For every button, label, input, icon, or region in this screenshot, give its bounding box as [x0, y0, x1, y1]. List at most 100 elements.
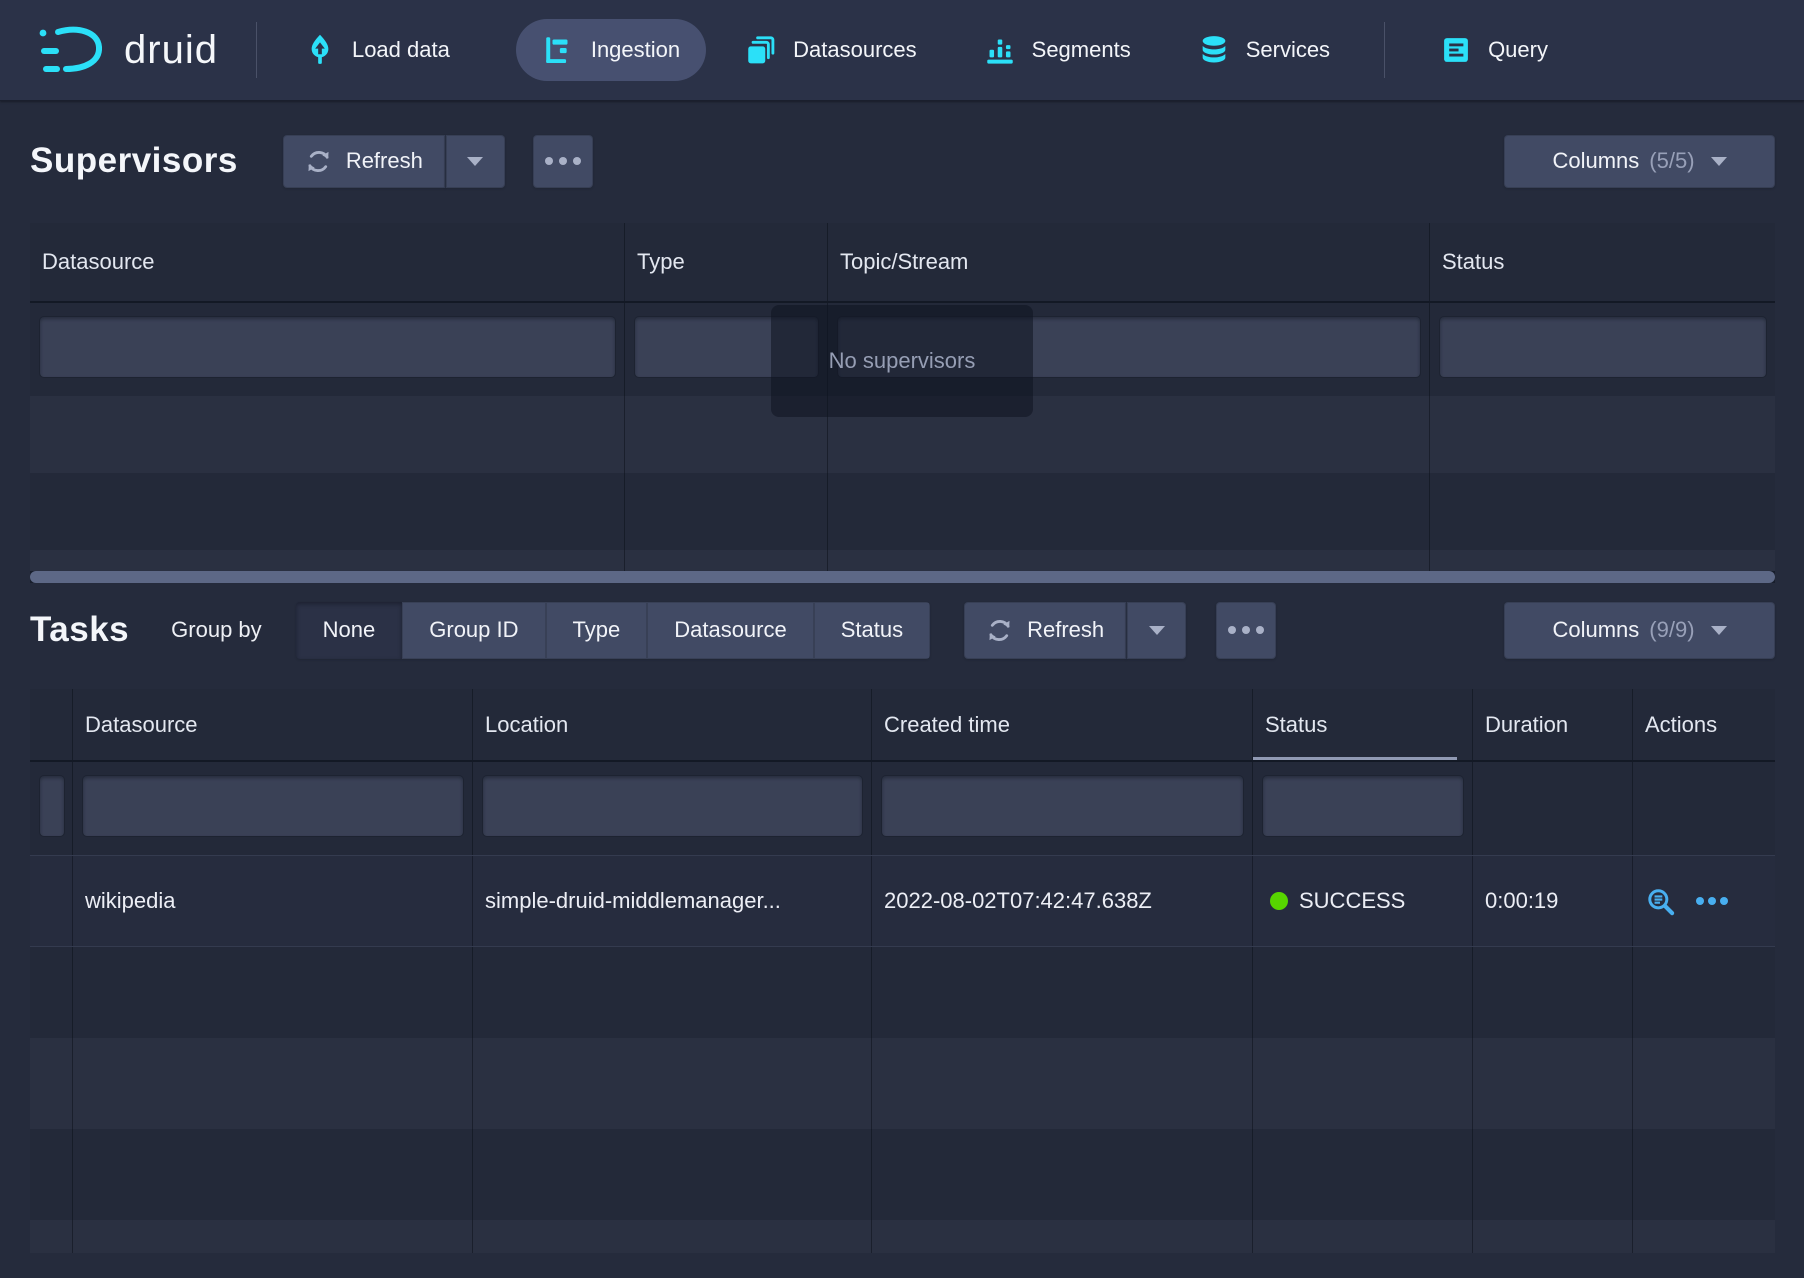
datasources-icon	[744, 33, 778, 67]
segments-icon	[983, 33, 1017, 67]
supervisors-toolbar: Supervisors Refresh	[30, 134, 1775, 188]
group-by-label: Group by	[171, 617, 262, 643]
refresh-label: Refresh	[1027, 617, 1104, 643]
filter-input-row-group[interactable]	[40, 776, 64, 836]
nav-divider	[256, 22, 257, 78]
supervisors-table-header: Datasource Type Topic/Stream Status	[30, 223, 1775, 303]
cell-created-time: 2022-08-02T07:42:47.638Z	[872, 856, 1253, 946]
refresh-icon	[305, 148, 332, 175]
chevron-down-icon	[467, 157, 483, 166]
empty-state-message: No supervisors	[829, 348, 976, 374]
nav-item-ingestion[interactable]: Ingestion	[516, 19, 706, 81]
column-header-status[interactable]: Status	[1253, 689, 1473, 760]
columns-label: Columns	[1552, 617, 1639, 643]
tasks-more-button[interactable]	[1216, 602, 1276, 659]
tasks-title: Tasks	[30, 610, 129, 650]
tasks-columns-button[interactable]: Columns (9/9)	[1504, 602, 1775, 659]
nav-item-services[interactable]: Services	[1193, 19, 1334, 81]
tasks-filter-row	[30, 762, 1775, 855]
supervisors-columns-button[interactable]: Columns (5/5)	[1504, 135, 1775, 188]
table-row	[30, 550, 1775, 571]
nav-item-label: Datasources	[793, 37, 917, 63]
column-header-datasource[interactable]: Datasource	[30, 223, 625, 301]
group-by-segmented-control: None Group ID Type Datasource Status	[296, 602, 930, 659]
column-header-datasource[interactable]: Datasource	[73, 689, 473, 760]
chevron-down-icon	[1711, 157, 1727, 166]
cell-datasource: wikipedia	[73, 856, 473, 946]
status-success-dot	[1270, 892, 1288, 910]
cell-actions	[1633, 856, 1775, 946]
column-header-created-time[interactable]: Created time	[872, 689, 1253, 760]
refresh-interval-dropdown[interactable]	[1126, 602, 1186, 659]
cell-status: SUCCESS	[1253, 856, 1473, 946]
refresh-label: Refresh	[346, 148, 423, 174]
supervisors-section: Supervisors Refresh	[0, 134, 1804, 583]
filter-input-datasource[interactable]	[40, 317, 615, 377]
group-by-group-id-button[interactable]: Group ID	[402, 602, 545, 659]
supervisors-title: Supervisors	[30, 141, 238, 181]
group-by-none-button[interactable]: None	[296, 602, 403, 659]
column-header-topic-stream[interactable]: Topic/Stream	[828, 223, 1430, 301]
nav-divider	[1384, 22, 1385, 78]
ingestion-icon	[542, 33, 576, 67]
horizontal-scrollbar[interactable]	[30, 571, 1775, 583]
column-header-location[interactable]: Location	[473, 689, 872, 760]
supervisors-hscrollbar-track	[30, 571, 1775, 583]
table-row	[30, 1038, 1775, 1129]
column-header-duration[interactable]: Duration	[1473, 689, 1633, 760]
table-row	[30, 473, 1775, 550]
task-row-wikipedia[interactable]: wikipedia simple-druid-middlemanager... …	[30, 855, 1775, 947]
nav-item-datasources[interactable]: Datasources	[740, 19, 921, 81]
filter-input-created-time[interactable]	[882, 776, 1243, 836]
top-nav: druid Load data Ing	[0, 0, 1804, 101]
tasks-section: Tasks Group by None Group ID Type Dataso…	[0, 601, 1804, 1253]
group-by-status-button[interactable]: Status	[814, 602, 930, 659]
cell-duration: 0:00:19	[1473, 856, 1633, 946]
table-row	[30, 1129, 1775, 1220]
columns-count: (5/5)	[1649, 148, 1694, 174]
column-header-status[interactable]: Status	[1430, 223, 1775, 301]
tasks-refresh-split: Refresh	[964, 602, 1186, 659]
status-badge: SUCCESS	[1299, 888, 1405, 914]
load-data-icon	[303, 33, 337, 67]
services-icon	[1197, 33, 1231, 67]
druid-console: druid Load data Ing	[0, 0, 1804, 1278]
nav-item-segments[interactable]: Segments	[979, 19, 1135, 81]
column-header-type[interactable]: Type	[625, 223, 828, 301]
task-actions-button[interactable]	[1696, 897, 1728, 905]
refresh-button[interactable]: Refresh	[283, 135, 445, 188]
tasks-toolbar: Tasks Group by None Group ID Type Dataso…	[30, 601, 1775, 659]
columns-count: (9/9)	[1649, 617, 1694, 643]
filter-input-datasource[interactable]	[83, 776, 463, 836]
table-row	[30, 947, 1775, 1038]
supervisors-refresh-split: Refresh	[283, 135, 505, 188]
filter-input-location[interactable]	[483, 776, 862, 836]
more-icon	[1228, 626, 1264, 634]
chevron-down-icon	[1711, 626, 1727, 635]
nav-item-query[interactable]: Query	[1435, 19, 1552, 81]
task-detail-button[interactable]	[1645, 886, 1676, 917]
nav-item-label: Query	[1488, 37, 1548, 63]
druid-logo[interactable]: druid	[36, 22, 218, 78]
refresh-interval-dropdown[interactable]	[445, 135, 505, 188]
refresh-button[interactable]: Refresh	[964, 602, 1126, 659]
column-header-spacer	[30, 689, 73, 760]
nav-item-label: Load data	[352, 37, 450, 63]
nav-item-load-data[interactable]: Load data	[299, 19, 454, 81]
group-by-datasource-button[interactable]: Datasource	[647, 602, 814, 659]
table-row	[30, 1220, 1775, 1253]
filter-input-status[interactable]	[1263, 776, 1463, 836]
supervisors-table: Datasource Type Topic/Stream Status	[30, 223, 1775, 583]
more-icon	[545, 157, 581, 165]
druid-logo-icon	[36, 22, 110, 78]
sort-indicator	[1253, 757, 1457, 760]
query-icon	[1439, 33, 1473, 67]
supervisors-more-button[interactable]	[533, 135, 593, 188]
tasks-table-header: Datasource Location Created time Status …	[30, 689, 1775, 762]
filter-input-status[interactable]	[1440, 317, 1766, 377]
column-header-actions: Actions	[1633, 689, 1775, 760]
nav-item-label: Ingestion	[591, 37, 680, 63]
refresh-icon	[986, 617, 1013, 644]
group-by-type-button[interactable]: Type	[546, 602, 648, 659]
tasks-table: Datasource Location Created time Status …	[30, 689, 1775, 1253]
